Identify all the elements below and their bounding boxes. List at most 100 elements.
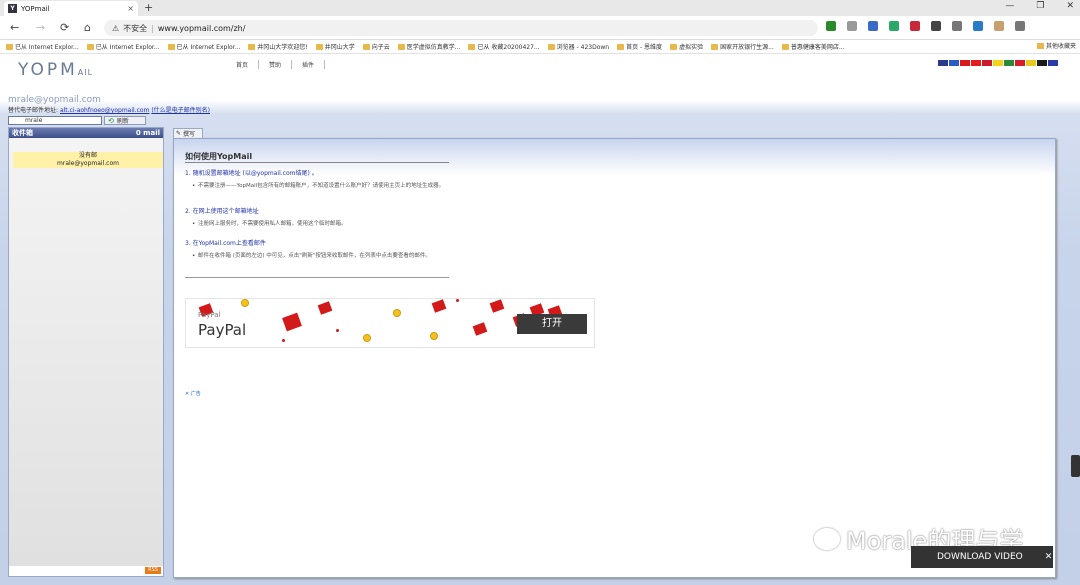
ad-label[interactable]: ✕ 广告 [185,390,201,397]
bookmark-folder-icon [397,43,405,50]
alias-line: 替代电子邮件地址: alt.ci-aohfnoeo@yopmail.com (什… [8,105,210,114]
step-2-text: 注册网上服务时，不需要使用私人邮箱，使用这个临时邮箱。 [192,220,448,228]
nav-sponsor[interactable]: 赞助 [259,60,293,69]
step-1-title: 1. 随机设置邮箱地址 (以@yopmail.com结尾) 。 [185,170,318,177]
alt-address[interactable]: alt.ci-aohfnoeo@yopmail.com [60,107,149,114]
back-button[interactable]: ← [10,21,19,34]
mailbox-login-input[interactable]: mrale [8,116,102,125]
language-flag-icon[interactable] [1048,60,1058,66]
nav-home[interactable]: 首页 [226,60,260,69]
bookmark-item[interactable]: 首页 - 恩维度 [617,42,662,51]
inbox-panel: 收件箱 0 mail 没有邮 mrale@yopmail.com RSS [8,127,164,577]
extension-icon[interactable] [952,21,962,31]
extension-icon[interactable] [868,21,878,31]
logo-suffix: AIL [77,68,94,77]
how-to-title: 如何使用YopMail [185,152,253,161]
tab-close-button[interactable]: × [127,4,134,13]
language-flag-icon[interactable] [1026,60,1036,66]
confetti-dot [282,339,285,342]
bookmark-item[interactable]: 国家开放银行生源... [711,42,774,51]
bookmark-label: 虚拟实验 [679,44,704,51]
reload-button[interactable]: ⟳ [60,21,69,34]
home-button[interactable]: ⌂ [84,21,91,34]
url-text: www.yopmail.com/zh/ [157,23,246,33]
bookmark-item[interactable]: 向子云 [362,42,390,51]
language-flag-icon[interactable] [982,60,992,66]
yopmail-favicon-icon: Y [8,4,17,13]
browser-tab[interactable]: Y YOPmail × [4,1,138,16]
language-flag-icon[interactable] [1037,60,1047,66]
bookmarks-bar: 已从 Internet Explor... 已从 Internet Explor.… [0,40,1080,54]
minimize-button[interactable]: — [1005,1,1014,11]
wechat-icon [814,527,840,550]
bookmark-item[interactable]: 医学虚拟仿真教学... [397,42,460,51]
bookmark-folder-icon [468,43,476,50]
close-window-button[interactable]: ✕ [1066,1,1074,11]
refresh-icon: ⟲ [108,116,114,125]
paypal-ad[interactable]: PayPal PayPal 打开 [185,298,595,348]
nav-plugins[interactable]: 插件 [292,60,326,69]
bookmark-folder-icon [547,43,555,50]
other-bookmarks-label: 其他收藏夹 [1045,43,1076,50]
url-bar[interactable]: ⚠ 不安全 | www.yopmail.com/zh/ [104,20,818,36]
alias-help-link[interactable]: (什么是电子邮件别名) [151,107,210,114]
step-3-text: 邮件在收件箱 (页面的左边) 中可见，点击"刷新"按钮来收取邮件，在列表中点击要… [192,252,448,260]
extension-icon[interactable] [826,21,836,31]
bookmark-item[interactable]: 浏览器 - 423Down [547,42,609,51]
bookmark-folder-icon [711,43,719,50]
bookmark-item[interactable]: 井冈山大学 [315,42,355,51]
bookmark-folder-icon [167,43,175,50]
red-envelope-icon [431,299,447,313]
language-flag-icon[interactable] [960,60,970,66]
language-flag-icon[interactable] [1004,60,1014,66]
bookmark-folder-icon [86,43,94,50]
yopmail-logo: YOPMAIL [18,60,93,80]
language-flag-icon[interactable] [1015,60,1025,66]
bookmark-label: 已从 收藏20200427... [477,44,540,51]
bookmark-item[interactable]: 井冈山大学欢迎您! [248,42,308,51]
extension-icon[interactable] [847,21,857,31]
language-flag-icon[interactable] [949,60,959,66]
side-scroll-handle[interactable] [1071,455,1080,477]
bookmark-label: 国家开放银行生源... [720,44,774,51]
coin-icon [430,332,438,340]
bookmark-label: 首页 - 恩维度 [626,44,663,51]
extension-icon[interactable] [1015,21,1025,31]
bookmark-item[interactable]: 已从 收藏20200427... [468,42,540,51]
extension-icon[interactable] [910,21,920,31]
new-tab-button[interactable]: + [144,1,153,14]
maximize-button[interactable]: ❐ [1036,1,1044,11]
inbox-header: 收件箱 0 mail [9,128,163,138]
no-mail-text: 没有邮 [78,152,97,159]
language-flag-icon[interactable] [993,60,1003,66]
language-flag-icon[interactable] [971,60,981,66]
download-close-button[interactable]: ✕ [1045,552,1053,562]
tab-compose[interactable]: ✎ 撰写 [173,128,203,138]
extension-icon[interactable] [931,21,941,31]
coin-icon [393,309,401,317]
extension-icon[interactable] [889,21,899,31]
other-bookmarks[interactable]: 其他收藏夹 [1036,41,1076,50]
extension-icon[interactable] [994,21,1004,31]
forward-button[interactable]: → [36,21,45,34]
empty-inbox-notice: 没有邮 mrale@yopmail.com [13,152,163,168]
extension-icon[interactable] [973,21,983,31]
refresh-button[interactable]: ⟲ 刷新 [104,116,146,125]
inbox-title: 收件箱 [12,129,33,137]
bookmark-folder-icon [670,43,678,50]
bookmark-item[interactable]: 已从 Internet Explor... [167,42,240,51]
bookmark-item[interactable]: 虚拟实验 [670,42,703,51]
rss-button[interactable]: RSS [145,567,161,574]
bookmark-item[interactable]: 已从 Internet Explor... [86,42,160,51]
language-flag-icon[interactable] [938,60,948,66]
inbox-count: 0 mail [135,129,160,137]
ad-open-button[interactable]: 打开 [517,314,587,334]
bookmark-item[interactable]: 普惠健康客美网店... [781,42,845,51]
language-flags [938,60,1058,66]
bookmark-item[interactable]: 已从 Internet Explor... [6,42,79,51]
bookmark-label: 已从 Internet Explor... [95,44,160,51]
download-video-bar[interactable]: DOWNLOAD VIDEO ✕ [911,546,1053,568]
warning-icon: ⚠ [112,23,120,33]
site-nav: 首页 赞助 插件 [226,60,326,69]
paypal-small-logo: PayPal [198,311,221,319]
